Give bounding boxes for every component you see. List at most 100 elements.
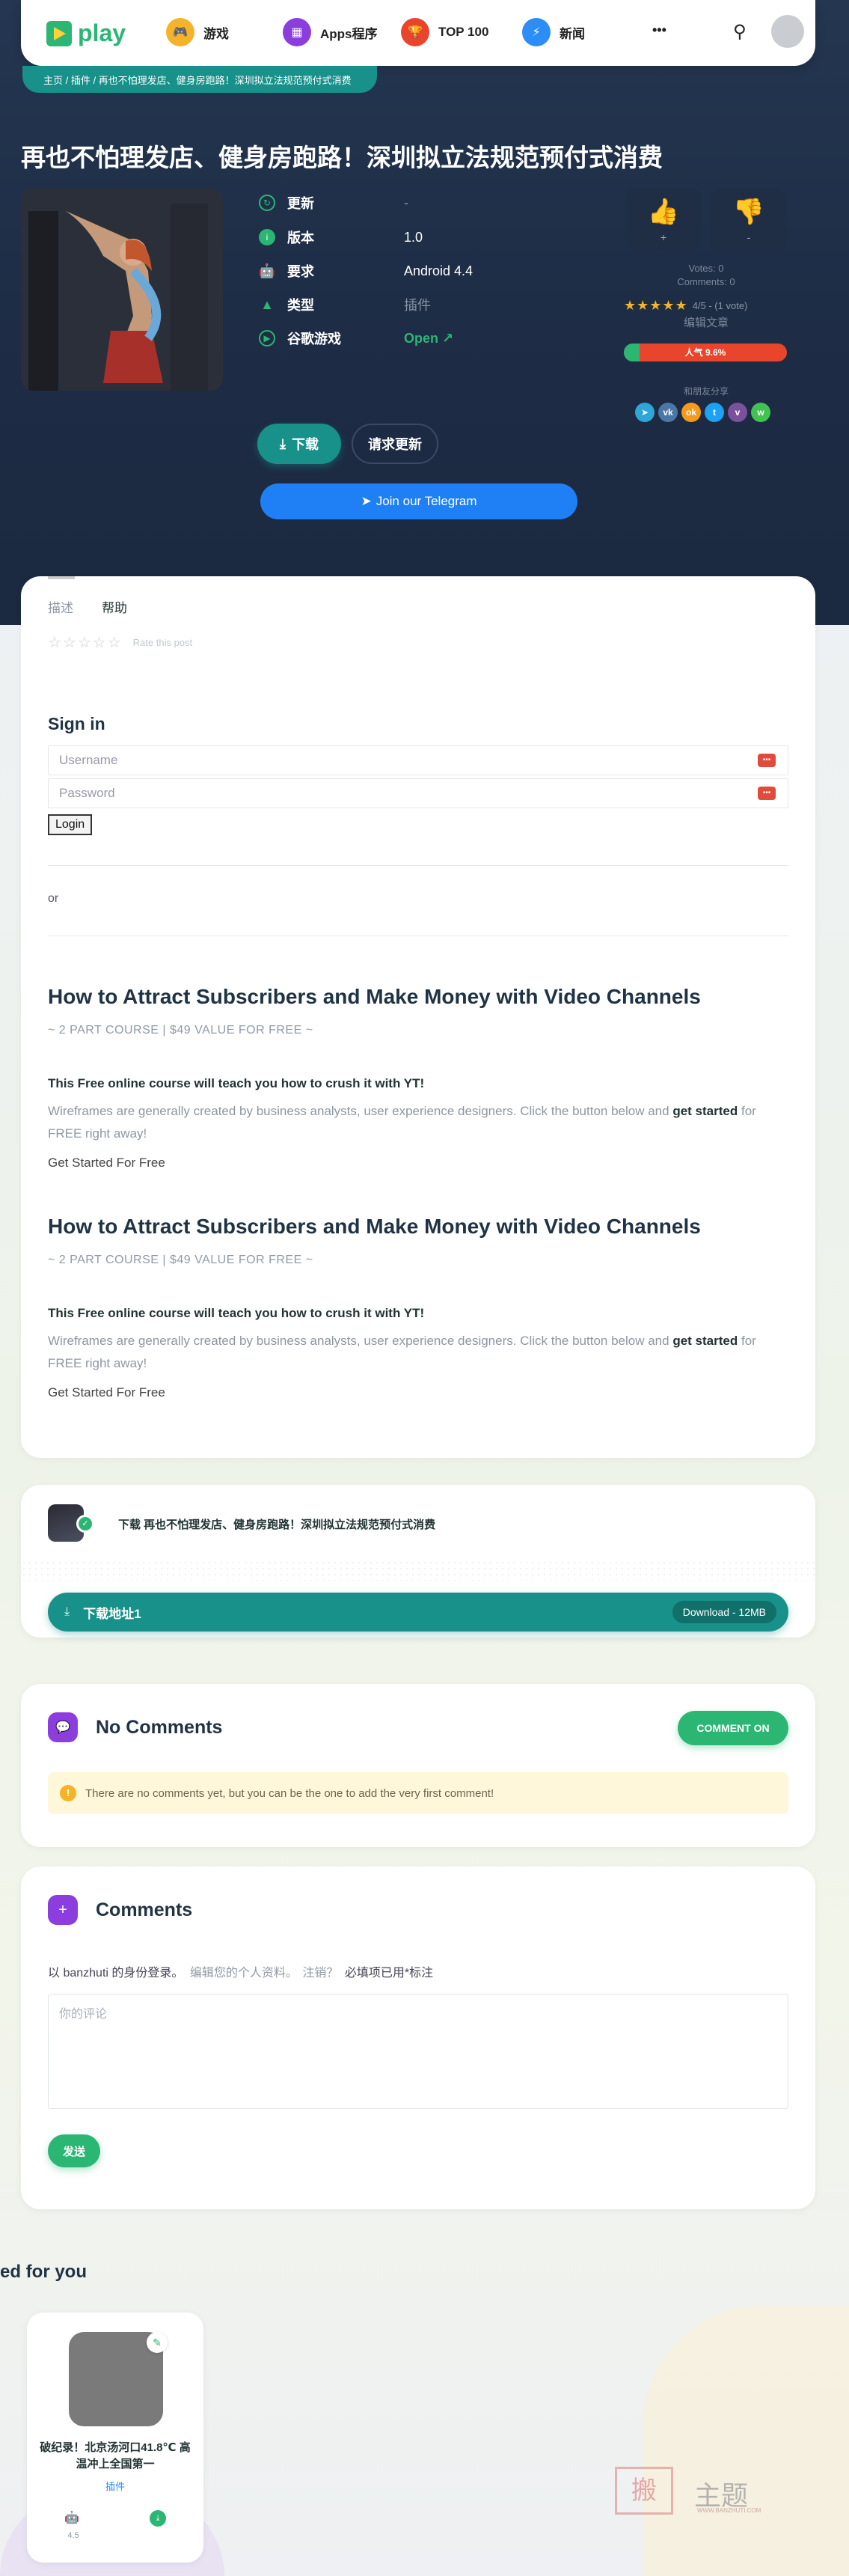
telegram-icon: ➤ xyxy=(361,494,372,508)
comment-textarea[interactable]: 你的评论 xyxy=(48,1994,788,2109)
user-link[interactable]: banzhuti xyxy=(63,1967,108,1980)
share-label: 和朋友分享 xyxy=(683,386,729,397)
popularity-bar: 人气 9.6% xyxy=(624,344,787,361)
divider xyxy=(48,865,788,866)
content-card: 描述 帮助 ☆☆☆☆☆ Rate this post Sign in Usern… xyxy=(21,576,815,1458)
no-comments-card: 💬 No Comments COMMENT ON ! There are no … xyxy=(21,1684,815,1847)
rate-post[interactable]: ☆☆☆☆☆ Rate this post xyxy=(48,633,192,652)
ok-icon[interactable]: ok xyxy=(681,403,701,422)
download-icon: ⤓ xyxy=(64,1605,70,1618)
whatsapp-icon[interactable]: w xyxy=(751,403,770,422)
bg-shape xyxy=(643,2305,849,2576)
download-size-badge: Download - 12MB xyxy=(672,1601,776,1623)
empty-stars-icon[interactable]: ☆☆☆☆☆ xyxy=(48,633,123,652)
edit-post-link[interactable]: 编辑文章 xyxy=(625,314,787,330)
comment-icon: 💬 xyxy=(48,1712,78,1742)
avatar[interactable] xyxy=(771,15,804,48)
vote-up-button[interactable]: 👍 + xyxy=(625,189,702,251)
android-icon: 🤖 xyxy=(258,263,276,278)
bolt-icon: ⚡ xyxy=(522,18,551,46)
page-title: 再也不怕理发店、健身房跑路！深圳拟立法规范预付式消费 xyxy=(21,144,663,171)
info-row-google-play: ▶ 谷歌游戏 Open ↗ xyxy=(259,329,453,348)
google-play-link[interactable]: Open ↗ xyxy=(404,331,453,347)
logout-link[interactable]: 注销？ xyxy=(302,1967,338,1980)
share-buttons: ➤ vk ok t v w xyxy=(635,403,770,422)
download-title: 下载 再也不怕理发店、健身房跑路！深圳拟立法规范预付式消费 xyxy=(118,1519,436,1531)
request-update-button[interactable]: 请求更新 xyxy=(352,424,438,464)
tab-description[interactable]: 描述 xyxy=(48,597,73,616)
login-button[interactable]: Login xyxy=(48,814,93,835)
thumbs-up-icon: 👍 xyxy=(647,198,680,226)
submit-comment-button[interactable]: 发送 xyxy=(48,2134,100,2167)
watermark-seal: 搬 xyxy=(615,2467,673,2515)
android-icon: 🤖 xyxy=(64,2512,79,2524)
thumbs-down-icon: 👎 xyxy=(732,198,765,226)
info-row-update: ↻ 更新 - xyxy=(259,193,408,213)
site-logo[interactable]: play xyxy=(46,19,126,47)
gamepad-icon: 🎮 xyxy=(166,18,194,46)
course-section: How to Attract Subscribers and Make Mone… xyxy=(48,985,788,1171)
course-section: How to Attract Subscribers and Make Mone… xyxy=(48,1215,788,1400)
breadcrumb[interactable]: 主页 / 插件 / 再也不怕理发店、健身房跑路！深圳拟立法规范预付式消费 xyxy=(22,66,377,93)
nav-item-top100[interactable]: 🏆 TOP 100 xyxy=(401,18,488,46)
rating-row: ★★★★★ 4/5 - (1 vote) xyxy=(624,298,748,314)
download-link-button[interactable]: ⤓ 下载地址1 Download - 12MB xyxy=(48,1593,788,1632)
download-icon: ⤓ xyxy=(280,436,286,451)
nav-item-news[interactable]: ⚡ 新闻 xyxy=(522,18,585,46)
or-separator: or xyxy=(48,892,59,905)
join-telegram-button[interactable]: ➤ Join our Telegram xyxy=(260,483,577,519)
vote-stats: Votes: 0 Comments: 0 xyxy=(677,263,735,287)
password-input[interactable]: Password ••• xyxy=(48,778,788,808)
category-link[interactable]: 插件 xyxy=(404,295,431,314)
edit-icon[interactable]: ✎ xyxy=(147,2332,168,2353)
comments-card: + Comments 以 banzhuti 的身份登录。 编辑您的个人资料。 注… xyxy=(21,1867,815,2209)
get-started-link[interactable]: Get Started For Free xyxy=(48,1385,788,1400)
top-navbar: play 🎮 游戏 ▦ Apps程序 🏆 TOP 100 ⚡ 新闻 ••• ⚲ xyxy=(21,0,815,66)
login-status: 以 banzhuti 的身份登录。 编辑您的个人资料。 注销？ 必填项已用*标注 xyxy=(48,1967,434,1980)
signin-heading: Sign in xyxy=(48,714,105,733)
add-comment-icon: + xyxy=(48,1895,78,1925)
verified-icon: ✓ xyxy=(76,1515,94,1533)
edit-profile-link[interactable]: 编辑您的个人资料 xyxy=(190,1967,286,1980)
info-row-requires: 🤖 要求 Android 4.4 xyxy=(258,263,473,280)
recommended-heading: ed for you xyxy=(0,2262,88,2282)
username-input[interactable]: Username ••• xyxy=(48,745,788,775)
viber-icon[interactable]: v xyxy=(728,403,747,422)
more-menu-button[interactable]: ••• xyxy=(652,22,666,38)
watermark-url: WWW.BANZHUTI.COM xyxy=(697,2507,761,2514)
comments-title: Comments xyxy=(96,1899,193,1920)
password-manager-icon[interactable]: ••• xyxy=(758,787,776,800)
info-icon: i xyxy=(259,229,275,245)
nav-item-games[interactable]: 🎮 游戏 xyxy=(166,18,229,46)
dotted-divider xyxy=(21,1560,815,1581)
recommended-card[interactable]: ✎ 破纪录！北京汤河口41.8℃ 高温冲上全国第一 插件 🤖 4.5 ⤓ xyxy=(27,2313,203,2563)
refresh-icon: ↻ xyxy=(259,195,275,211)
recommended-rating: 4.5 xyxy=(67,2531,79,2540)
no-comments-title: No Comments xyxy=(96,1717,223,1738)
play-icon: ▶ xyxy=(259,330,275,347)
alert-icon: ! xyxy=(60,1785,76,1801)
vk-icon[interactable]: vk xyxy=(658,403,678,422)
notice-banner: ! There are no comments yet, but you can… xyxy=(48,1772,788,1814)
nav-item-apps[interactable]: ▦ Apps程序 xyxy=(283,18,378,46)
tab-help[interactable]: 帮助 xyxy=(102,597,127,616)
twitter-icon[interactable]: t xyxy=(705,403,724,422)
download-icon[interactable]: ⤓ xyxy=(150,2510,166,2527)
star-rating[interactable]: ★★★★★ xyxy=(624,298,688,314)
info-row-version: i 版本 1.0 xyxy=(259,228,423,247)
thumbnail-figure xyxy=(21,189,223,391)
download-card: ✓ 下载 再也不怕理发店、健身房跑路！深圳拟立法规范预付式消费 ⤓ 下载地址1 … xyxy=(21,1485,815,1638)
comment-on-button[interactable]: COMMENT ON xyxy=(678,1711,788,1745)
download-button[interactable]: ⤓ 下载 xyxy=(257,424,341,464)
trophy-icon: 🏆 xyxy=(401,18,429,46)
password-manager-icon[interactable]: ••• xyxy=(758,754,776,767)
recommended-category[interactable]: 插件 xyxy=(27,2479,203,2493)
tab-indicator xyxy=(48,576,75,579)
info-row-category: ▲ 类型 插件 xyxy=(259,295,431,314)
grid-icon: ▦ xyxy=(283,18,311,46)
telegram-icon[interactable]: ➤ xyxy=(635,403,655,422)
recommended-title: 破纪录！北京汤河口41.8℃ 高温冲上全国第一 xyxy=(40,2441,191,2470)
search-icon[interactable]: ⚲ xyxy=(733,21,747,43)
get-started-link[interactable]: Get Started For Free xyxy=(48,1156,788,1171)
vote-down-button[interactable]: 👎 - xyxy=(711,189,787,251)
